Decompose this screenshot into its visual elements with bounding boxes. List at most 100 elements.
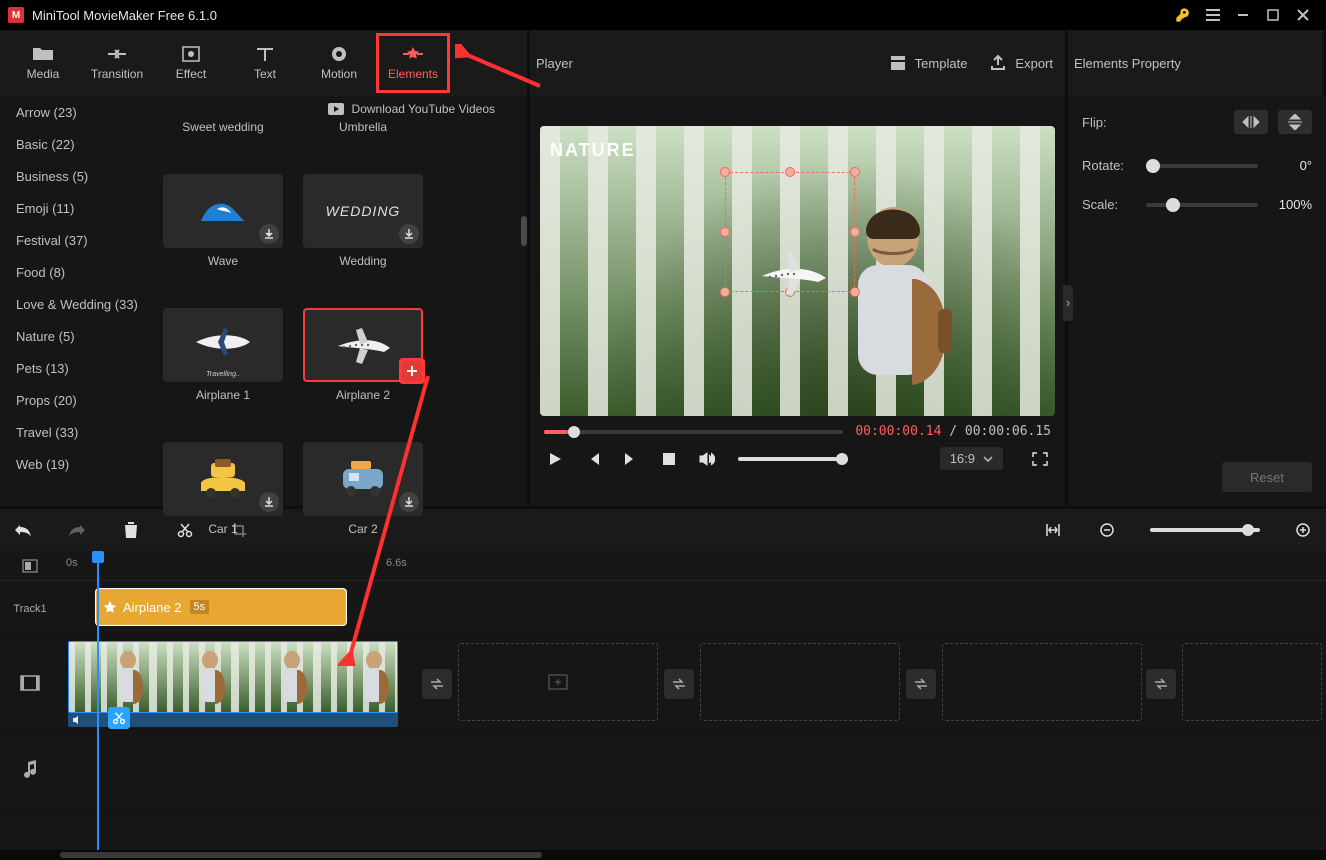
- menu-icon[interactable]: [1198, 0, 1228, 30]
- next-frame-button[interactable]: [620, 448, 642, 470]
- reset-button[interactable]: Reset: [1222, 462, 1312, 492]
- cat-love-wedding[interactable]: Love & Wedding (33): [0, 288, 155, 320]
- stop-button[interactable]: [658, 448, 680, 470]
- preview-viewport[interactable]: NATURE: [540, 126, 1055, 416]
- zoom-slider[interactable]: [1150, 528, 1260, 532]
- tab-media[interactable]: Media: [6, 33, 80, 93]
- scale-label: Scale:: [1082, 197, 1136, 212]
- category-list[interactable]: Arrow (23) Basic (22) Business (5) Emoji…: [0, 96, 155, 506]
- app-logo-icon: M: [8, 7, 24, 23]
- redo-button[interactable]: [66, 519, 88, 541]
- thumb-umbrella[interactable]: Umbrella: [303, 120, 423, 134]
- export-label: Export: [1015, 56, 1053, 71]
- scale-slider[interactable]: [1146, 203, 1258, 207]
- video-clip[interactable]: [68, 641, 398, 713]
- tab-motion-label: Motion: [321, 67, 357, 81]
- zoom-out-button[interactable]: [1096, 519, 1118, 541]
- cat-travel[interactable]: Travel (33): [0, 416, 155, 448]
- empty-slot-1[interactable]: [458, 643, 658, 721]
- transition-slot-3[interactable]: [906, 669, 936, 699]
- tab-motion[interactable]: Motion: [302, 33, 376, 93]
- zoom-in-button[interactable]: [1292, 519, 1314, 541]
- add-element-button[interactable]: [399, 358, 425, 384]
- thumb-scrollbar[interactable]: [521, 216, 527, 246]
- prev-frame-button[interactable]: [582, 448, 604, 470]
- transition-slot-4[interactable]: [1146, 669, 1176, 699]
- cat-festival[interactable]: Festival (37): [0, 224, 155, 256]
- flip-vertical-button[interactable]: [1278, 110, 1312, 134]
- cat-web[interactable]: Web (19): [0, 448, 155, 480]
- thumb-car-1[interactable]: Car 1: [163, 442, 283, 536]
- maximize-button[interactable]: [1258, 0, 1288, 30]
- play-button[interactable]: [544, 448, 566, 470]
- cat-emoji[interactable]: Emoji (11): [0, 192, 155, 224]
- ruler-toggle-icon[interactable]: [0, 559, 60, 573]
- flip-horizontal-button[interactable]: [1234, 110, 1268, 134]
- export-button[interactable]: Export: [983, 50, 1059, 76]
- empty-slot-2[interactable]: [700, 643, 900, 721]
- text-icon: [254, 46, 276, 62]
- overlay-airplane-icon[interactable]: [756, 248, 834, 298]
- download-icon[interactable]: [259, 492, 279, 512]
- panel-collapse-handle[interactable]: ›: [1063, 285, 1073, 321]
- tab-elements[interactable]: Elements: [376, 33, 450, 93]
- cat-arrow[interactable]: Arrow (23): [0, 96, 155, 128]
- thumb-car-2[interactable]: Car 2: [303, 442, 423, 536]
- transition-icon: [106, 46, 128, 62]
- seek-slider[interactable]: [544, 430, 843, 434]
- tab-effect[interactable]: Effect: [154, 33, 228, 93]
- plane-icon: [328, 322, 398, 368]
- timeline-ruler[interactable]: 0s 6.6s: [0, 551, 1326, 581]
- clip-duration: 5s: [190, 600, 210, 614]
- timeline: 0s 6.6s Track1 Airplane 2 5s: [0, 506, 1326, 860]
- cat-pets[interactable]: Pets (13): [0, 352, 155, 384]
- transition-slot-2[interactable]: [664, 669, 694, 699]
- template-label: Template: [915, 56, 968, 71]
- thumb-sweet-wedding[interactable]: Sweet wedding: [163, 120, 283, 134]
- cat-basic[interactable]: Basic (22): [0, 128, 155, 160]
- download-icon[interactable]: [399, 492, 419, 512]
- delete-button[interactable]: [120, 519, 142, 541]
- cat-props[interactable]: Props (20): [0, 384, 155, 416]
- tab-text[interactable]: Text: [228, 33, 302, 93]
- thumb-wedding-text[interactable]: WEDDING Wedding: [303, 174, 423, 268]
- cat-nature[interactable]: Nature (5): [0, 320, 155, 352]
- volume-icon[interactable]: [696, 448, 718, 470]
- speaker-icon: [72, 715, 84, 725]
- split-clip-button[interactable]: [108, 707, 130, 729]
- tab-transition-label: Transition: [91, 67, 143, 81]
- fullscreen-button[interactable]: [1029, 448, 1051, 470]
- effect-icon: [180, 46, 202, 62]
- download-youtube-link[interactable]: Download YouTube Videos: [163, 102, 519, 116]
- minimize-button[interactable]: [1228, 0, 1258, 30]
- playhead[interactable]: [97, 551, 99, 850]
- timeline-scrollbar[interactable]: [0, 850, 1326, 860]
- fit-timeline-button[interactable]: [1042, 519, 1064, 541]
- clip-airplane-2[interactable]: Airplane 2 5s: [96, 589, 346, 625]
- empty-slot-3[interactable]: [942, 643, 1142, 721]
- cat-food[interactable]: Food (8): [0, 256, 155, 288]
- download-icon[interactable]: [259, 224, 279, 244]
- template-icon: [889, 54, 907, 72]
- audio-strip[interactable]: [68, 713, 398, 727]
- empty-slot-4[interactable]: [1182, 643, 1322, 721]
- youtube-icon: [328, 103, 344, 115]
- undo-button[interactable]: [12, 519, 34, 541]
- thumb-wave[interactable]: Wave: [163, 174, 283, 268]
- template-button[interactable]: Template: [883, 50, 974, 76]
- thumb-airplane-1[interactable]: Travelling.. Airplane 1: [163, 308, 283, 402]
- track-music: [0, 729, 1326, 809]
- tab-transition[interactable]: Transition: [80, 33, 154, 93]
- close-button[interactable]: [1288, 0, 1318, 30]
- thumb-airplane-2[interactable]: Airplane 2: [303, 308, 423, 402]
- aspect-ratio-select[interactable]: 16:9: [940, 447, 1003, 470]
- download-icon[interactable]: [399, 224, 419, 244]
- cat-business[interactable]: Business (5): [0, 160, 155, 192]
- rotate-slider[interactable]: [1146, 164, 1258, 168]
- license-key-icon[interactable]: [1168, 0, 1198, 30]
- crop-button[interactable]: [228, 519, 250, 541]
- volume-slider[interactable]: [738, 457, 848, 461]
- tab-text-label: Text: [254, 67, 276, 81]
- track-elements: Track1 Airplane 2 5s: [0, 581, 1326, 637]
- transition-slot-1[interactable]: [422, 669, 452, 699]
